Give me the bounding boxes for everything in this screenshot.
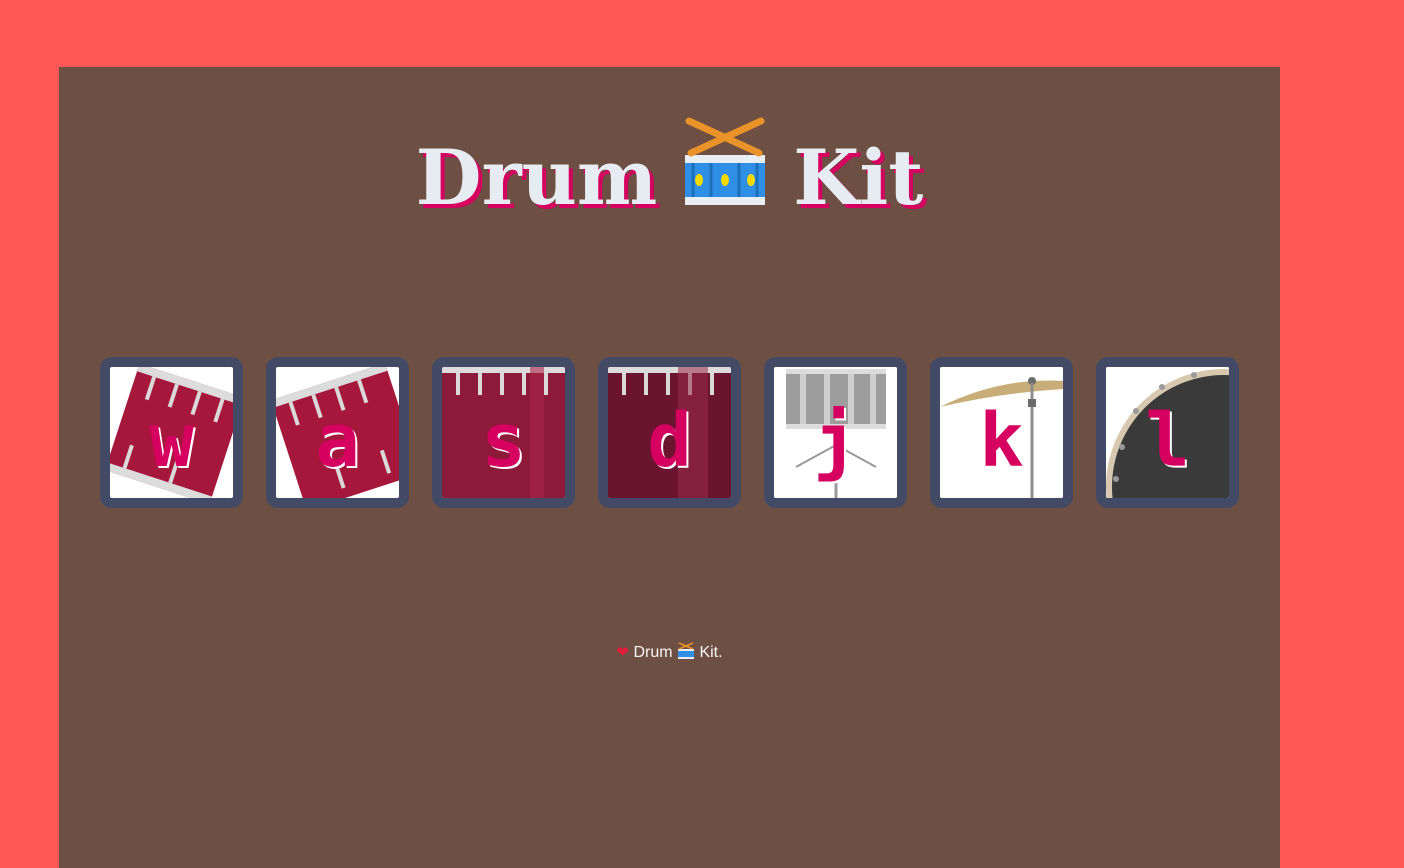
pad-d[interactable]: d <box>598 357 741 508</box>
pad-key-label: d <box>647 398 692 484</box>
page-title: Drum Kit <box>59 117 1280 237</box>
pad-key-label: a <box>315 398 360 484</box>
pad-l[interactable]: l <box>1096 357 1239 508</box>
title-word-drum: Drum <box>415 133 658 222</box>
pad-w[interactable]: w <box>100 357 243 508</box>
main-panel: Drum Kit w a s d j k l ❤ Drum Kit. <box>59 67 1280 868</box>
drum-with-drumsticks-icon <box>679 115 771 233</box>
pad-key-label: w <box>149 398 194 484</box>
footer-text-kit: Kit. <box>699 644 723 661</box>
drum-icon <box>677 642 695 668</box>
title-word-kit: Kit <box>793 133 924 222</box>
pad-k[interactable]: k <box>930 357 1073 508</box>
pad-key-label: l <box>1145 398 1190 484</box>
pad-key-label: j <box>813 398 858 484</box>
pad-j[interactable]: j <box>764 357 907 508</box>
pad-key-label: s <box>481 398 526 484</box>
pad-a[interactable]: a <box>266 357 409 508</box>
footer-text-drum: Drum <box>633 644 673 661</box>
footer: ❤ Drum Kit. <box>59 641 1280 668</box>
heart-icon: ❤ <box>616 644 629 661</box>
pad-key-label: k <box>979 398 1024 484</box>
pad-s[interactable]: s <box>432 357 575 508</box>
drum-pads: w a s d j k l <box>100 357 1240 508</box>
